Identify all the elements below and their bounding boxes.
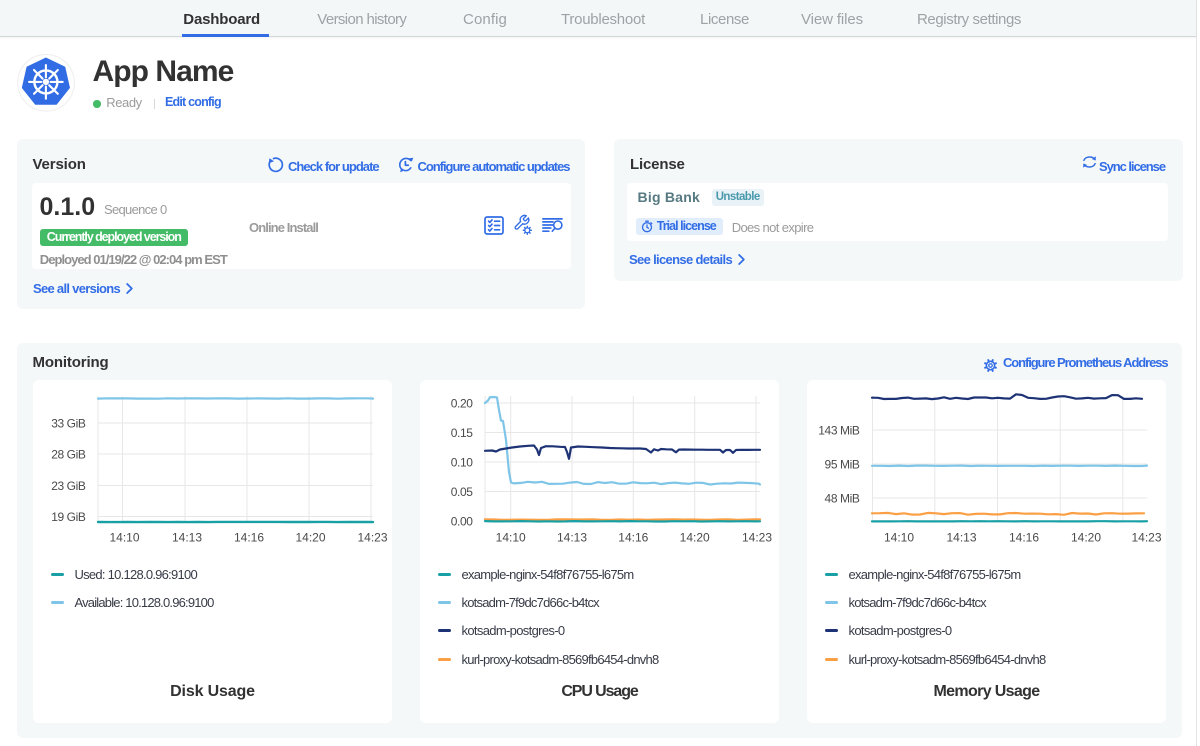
svg-text:14:23: 14:23 (357, 531, 387, 545)
svg-text:19 GiB: 19 GiB (51, 510, 86, 524)
svg-text:143 MiB: 143 MiB (818, 423, 860, 437)
svg-text:14:13: 14:13 (946, 531, 976, 545)
svg-text:14:10: 14:10 (109, 531, 139, 545)
svg-text:14:16: 14:16 (234, 531, 264, 545)
svg-text:14:23: 14:23 (1131, 531, 1161, 545)
svg-text:33 GiB: 33 GiB (51, 416, 86, 430)
svg-text:14:13: 14:13 (557, 531, 587, 545)
svg-text:14:10: 14:10 (496, 531, 526, 545)
svg-text:14:13: 14:13 (172, 531, 202, 545)
svg-text:48 MiB: 48 MiB (825, 491, 860, 505)
svg-text:14:20: 14:20 (1071, 531, 1101, 545)
svg-text:0.00: 0.00 (451, 514, 473, 528)
svg-text:23 GiB: 23 GiB (51, 479, 86, 493)
svg-text:14:20: 14:20 (680, 531, 710, 545)
svg-text:0.10: 0.10 (451, 455, 473, 469)
svg-text:14:23: 14:23 (742, 531, 772, 545)
svg-text:14:20: 14:20 (295, 531, 325, 545)
svg-text:0.15: 0.15 (451, 426, 473, 440)
svg-text:0.20: 0.20 (451, 396, 473, 410)
svg-text:0.05: 0.05 (451, 485, 473, 499)
svg-text:28 GiB: 28 GiB (51, 447, 86, 461)
svg-text:14:16: 14:16 (1009, 531, 1039, 545)
svg-text:14:10: 14:10 (884, 531, 914, 545)
svg-text:14:16: 14:16 (618, 531, 648, 545)
svg-text:95 MiB: 95 MiB (825, 457, 860, 471)
